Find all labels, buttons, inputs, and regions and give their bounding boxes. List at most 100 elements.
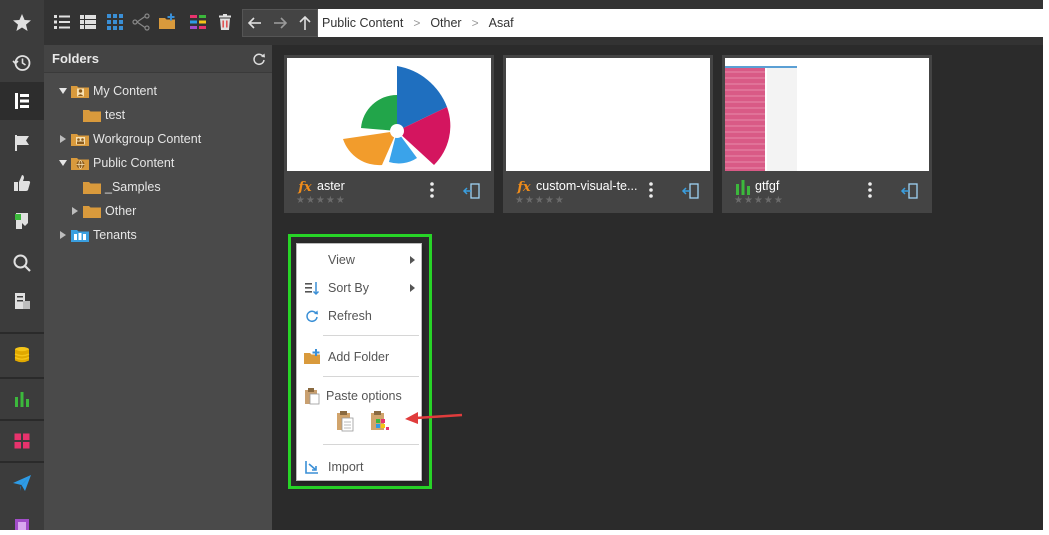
- caret-down-icon[interactable]: [58, 158, 68, 168]
- forward-button[interactable]: [268, 10, 293, 36]
- refresh-icon[interactable]: [252, 52, 266, 66]
- open-item-icon[interactable]: [681, 182, 701, 200]
- caret-right-icon[interactable]: [58, 230, 68, 240]
- menu-item-import[interactable]: Import: [297, 455, 421, 479]
- hierarchy-icon: [132, 13, 150, 31]
- submenu-arrow-icon: [410, 284, 415, 292]
- menu-separator: [323, 376, 419, 377]
- folder-icon: [83, 206, 101, 218]
- trash-icon: [219, 14, 231, 30]
- card-thumbnail[interactable]: [287, 58, 491, 171]
- new-folder-icon: [303, 348, 321, 366]
- paste-special-button[interactable]: [369, 409, 391, 433]
- data-sources-button[interactable]: [0, 336, 44, 374]
- menu-separator: [323, 335, 419, 336]
- folder-icon: [83, 110, 101, 122]
- tree-item-test[interactable]: test: [83, 104, 125, 126]
- thumbnail-view-button[interactable]: [104, 11, 126, 33]
- menu-item-view[interactable]: View: [297, 248, 421, 272]
- tree-item-label: _Samples: [105, 180, 161, 194]
- list-view-button[interactable]: [51, 11, 73, 33]
- publications-button[interactable]: [0, 464, 44, 502]
- folders-title: Folders: [52, 51, 99, 66]
- rating-stars[interactable]: ★★★★★: [515, 195, 565, 206]
- menu-item-label: View: [328, 253, 355, 267]
- more-options-button[interactable]: [645, 181, 657, 199]
- tree-item-label: Other: [105, 204, 137, 218]
- rating-stars[interactable]: ★★★★★: [734, 195, 784, 206]
- vertical-dots-icon: [868, 182, 872, 198]
- caret-right-icon[interactable]: [70, 206, 80, 216]
- tree-item-label: My Content: [93, 84, 157, 98]
- menu-item-refresh[interactable]: Refresh: [297, 304, 421, 328]
- tree-icon: [15, 93, 29, 109]
- breadcrumb-item-other[interactable]: Other: [428, 16, 467, 30]
- caret-down-icon[interactable]: [58, 86, 68, 96]
- new-folder-button[interactable]: [156, 11, 178, 33]
- search-button[interactable]: [0, 244, 44, 282]
- more-options-button[interactable]: [864, 181, 876, 199]
- menu-item-label: Refresh: [328, 309, 372, 323]
- menu-separator: [323, 444, 419, 445]
- color-grid-button[interactable]: [187, 11, 209, 33]
- back-button[interactable]: [243, 10, 268, 36]
- boards-button[interactable]: [0, 422, 44, 460]
- breadcrumb-item-public-content[interactable]: Public Content: [320, 16, 409, 30]
- card-title[interactable]: gtfgf: [755, 179, 875, 193]
- tree-item-other[interactable]: Other: [70, 200, 136, 222]
- breadcrumb-separator: >: [471, 16, 479, 30]
- caret-right-icon[interactable]: [58, 134, 68, 144]
- dependency-button[interactable]: [130, 11, 152, 33]
- favorites-button[interactable]: [0, 4, 44, 42]
- database-icon: [14, 347, 30, 363]
- tree-item-samples[interactable]: _Samples: [83, 176, 161, 198]
- rail-divider: [0, 332, 44, 334]
- card-title[interactable]: custom-visual-te...: [536, 179, 638, 193]
- recommendations-button[interactable]: [0, 164, 44, 202]
- sort-icon: [303, 279, 321, 297]
- card-thumbnail[interactable]: [725, 58, 929, 171]
- content-card-gtfgf[interactable]: gtfgf ★★★★★: [722, 55, 932, 213]
- delete-button[interactable]: [214, 11, 236, 33]
- tree-item-my-content[interactable]: My Content: [58, 80, 157, 102]
- paste-button[interactable]: [334, 409, 356, 433]
- content-card-aster[interactable]: fx aster ★★★★★: [284, 55, 494, 213]
- menu-item-label: Sort By: [328, 281, 369, 295]
- content-card-custom-visual[interactable]: fx custom-visual-te... ★★★★★: [503, 55, 713, 213]
- open-item-icon[interactable]: [900, 182, 920, 200]
- history-button[interactable]: [0, 44, 44, 82]
- tree-item-tenants[interactable]: Tenants: [58, 224, 137, 246]
- menu-item-label: Paste options: [326, 389, 402, 403]
- more-options-button[interactable]: [426, 181, 438, 199]
- app-icon: [15, 519, 29, 530]
- list-icon: [54, 15, 70, 29]
- more-rail-button[interactable]: [0, 506, 44, 530]
- menu-item-add-folder[interactable]: Add Folder: [297, 345, 421, 369]
- bookmarks-button[interactable]: [0, 202, 44, 240]
- tree-item-label: Workgroup Content: [93, 132, 202, 146]
- rating-stars[interactable]: ★★★★★: [296, 195, 346, 206]
- menu-item-sort-by[interactable]: Sort By: [297, 276, 421, 300]
- search-icon: [13, 254, 31, 272]
- open-item-icon[interactable]: [462, 182, 482, 200]
- tree-item-public-content[interactable]: Public Content: [58, 152, 174, 174]
- card-title[interactable]: aster: [317, 179, 437, 193]
- details-view-button[interactable]: [77, 11, 99, 33]
- arrow-up-icon: [299, 15, 311, 30]
- thumbs-up-icon: [14, 175, 31, 191]
- menu-item-label: Import: [328, 460, 364, 474]
- breadcrumb: Public Content > Other > Asaf: [318, 9, 1043, 37]
- card-thumbnail[interactable]: [506, 58, 710, 171]
- folders-panel: Folders My Content test Workgroup Conten…: [44, 45, 272, 530]
- rail-divider: [0, 377, 44, 379]
- reports-button[interactable]: [0, 282, 44, 320]
- up-button[interactable]: [292, 10, 317, 36]
- bar-chart-icon: [15, 392, 29, 407]
- discoveries-button[interactable]: [0, 380, 44, 418]
- rail-divider: [0, 419, 44, 421]
- tree-item-workgroup-content[interactable]: Workgroup Content: [58, 128, 201, 150]
- content-explorer-button[interactable]: [0, 82, 44, 120]
- breadcrumb-item-asaf[interactable]: Asaf: [487, 16, 520, 30]
- tenant-folder-icon: [71, 230, 89, 242]
- flags-button[interactable]: [0, 124, 44, 162]
